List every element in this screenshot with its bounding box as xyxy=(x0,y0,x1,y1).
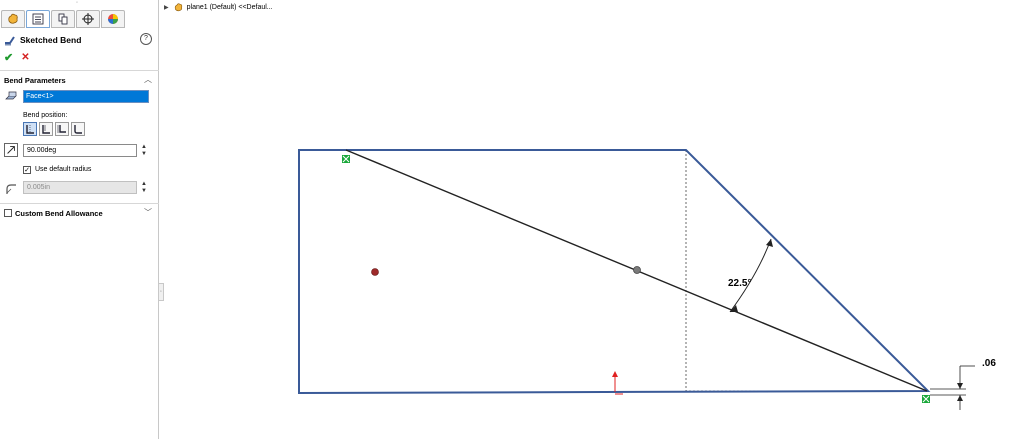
panel-tabs xyxy=(0,9,159,31)
fixed-face-selection-text: Face<1> xyxy=(26,93,54,100)
fixed-face-point-marker[interactable] xyxy=(371,268,379,276)
thickness-arrowhead xyxy=(957,395,963,401)
coincident-relation-icon[interactable] xyxy=(922,395,930,403)
custom-bend-allowance-title[interactable]: Custom Bend Allowance xyxy=(15,209,103,218)
ok-icon[interactable]: ✔ xyxy=(4,51,13,64)
tab-dimxpert-manager[interactable] xyxy=(76,10,100,28)
section-divider xyxy=(0,203,159,204)
thickness-arrowhead xyxy=(957,383,963,389)
thickness-dimension-text[interactable]: .06 xyxy=(982,358,996,369)
bend-radius-icon xyxy=(6,184,16,194)
crosshair-icon xyxy=(82,13,94,25)
chevron-down-icon[interactable]: ﹀ xyxy=(144,207,152,218)
bend-radius-input[interactable]: 0.005in xyxy=(23,181,137,194)
angle-arrowhead xyxy=(766,239,773,247)
property-manager-panel: ◦ Sketched Bend ? ✔ ✕ Bend Parameters ︿ … xyxy=(0,0,159,439)
chevron-up-icon[interactable]: ︿ xyxy=(144,74,152,85)
use-default-radius-label: Use default radius xyxy=(35,166,92,173)
bend-position-buttons xyxy=(23,122,85,136)
bend-angle-input[interactable]: 90.00deg xyxy=(23,144,137,157)
sketched-bend-icon xyxy=(5,36,15,46)
bend-outside-icon xyxy=(74,125,82,134)
feature-title-row: Sketched Bend ? xyxy=(4,33,154,47)
bend-outside-button[interactable] xyxy=(71,122,85,136)
tab-feature-manager[interactable] xyxy=(1,10,25,28)
graphics-area[interactable]: 22.5° .06 xyxy=(160,0,1024,439)
tab-display-manager[interactable] xyxy=(101,10,125,28)
custom-bend-allowance-checkbox[interactable] xyxy=(4,209,12,217)
bend-angle-icon xyxy=(4,143,18,157)
display-manager-icon xyxy=(108,14,118,24)
fixed-face-selection-box[interactable]: Face<1> xyxy=(23,90,149,103)
help-icon[interactable]: ? xyxy=(140,33,152,45)
section-divider xyxy=(0,70,159,71)
fixed-face-icon xyxy=(5,91,17,100)
line-midpoint-marker[interactable] xyxy=(633,266,641,274)
material-outside-button[interactable] xyxy=(55,122,69,136)
tab-property-manager[interactable] xyxy=(26,10,50,28)
feature-manager-icon xyxy=(8,13,18,24)
bend-direction-arrowhead xyxy=(612,371,618,377)
coincident-relation-icon[interactable] xyxy=(342,155,350,163)
bend-parameters-title[interactable]: Bend Parameters xyxy=(4,76,66,85)
bend-radius-spinner[interactable]: ▲ ▼ xyxy=(140,181,148,195)
use-default-radius-checkbox[interactable]: ✓ xyxy=(23,166,31,174)
material-outside-icon xyxy=(57,125,66,133)
material-inside-button[interactable] xyxy=(39,122,53,136)
bend-centerline-button[interactable] xyxy=(23,122,37,136)
bend-angle-spinner[interactable]: ▲ ▼ xyxy=(140,144,148,158)
panel-grip[interactable]: ◦ xyxy=(76,0,81,6)
property-manager-icon xyxy=(32,13,44,25)
bend-centerline-icon xyxy=(26,125,34,134)
tab-configuration-manager[interactable] xyxy=(51,10,75,28)
sheet-face-outline[interactable] xyxy=(298,149,931,395)
feature-title: Sketched Bend xyxy=(20,35,82,45)
configuration-manager-icon xyxy=(58,13,68,25)
angle-dimension-text[interactable]: 22.5° xyxy=(728,278,751,289)
ok-cancel-row: ✔ ✕ xyxy=(4,50,30,64)
material-inside-icon xyxy=(42,125,50,134)
bend-position-label: Bend position: xyxy=(23,112,68,119)
angle-dimension-arc xyxy=(729,238,772,313)
cancel-icon[interactable]: ✕ xyxy=(21,52,29,63)
